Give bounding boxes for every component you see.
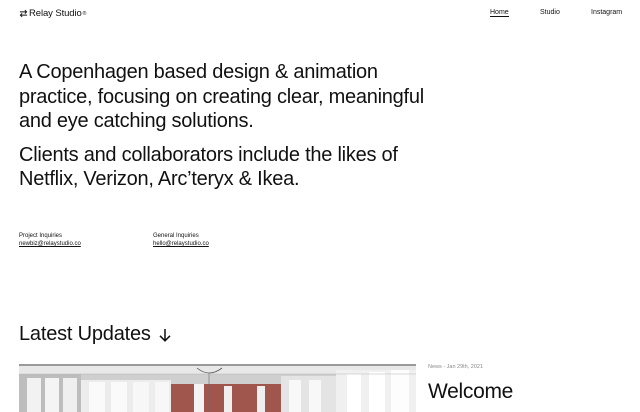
nav-instagram[interactable]: Instagram (591, 9, 622, 16)
contact-label: General Inquiries (153, 233, 199, 239)
site-header: Relay Studio ® Home Studio Instagram (0, 0, 640, 28)
contact-general: General Inquiries hello@relaystudio.co (153, 232, 209, 248)
studio-interior-image (19, 364, 416, 412)
email-link-newbiz[interactable]: newbiz@relaystudio.co (19, 240, 81, 248)
hero-intro: A Copenhagen based design & animation pr… (19, 60, 439, 201)
latest-updates-heading: Latest Updates (19, 323, 173, 346)
post-title[interactable]: Welcome (428, 380, 513, 404)
contact-project: Project Inquiries newbiz@relaystudio.co (19, 232, 81, 248)
hero-paragraph-intro: A Copenhagen based design & animation pr… (19, 61, 424, 132)
registered-mark: ® (82, 10, 87, 17)
email-link-hello[interactable]: hello@relaystudio.co (153, 240, 209, 248)
hero-paragraph-clients: Clients and collaborators include the li… (19, 143, 398, 191)
post-meta: News - Jan 29th, 2021 (428, 364, 484, 370)
contact-label: Project Inquiries (19, 233, 63, 239)
nav-home[interactable]: Home (490, 9, 509, 17)
logo-text: Relay Studio (29, 8, 82, 19)
swap-arrows-icon (19, 9, 28, 18)
latest-updates-title: Latest Updates (19, 323, 151, 345)
nav-studio[interactable]: Studio (540, 9, 560, 16)
arrow-down-icon (159, 328, 171, 342)
post-thumbnail[interactable] (19, 364, 416, 412)
logo-link[interactable]: Relay Studio ® (19, 8, 86, 19)
